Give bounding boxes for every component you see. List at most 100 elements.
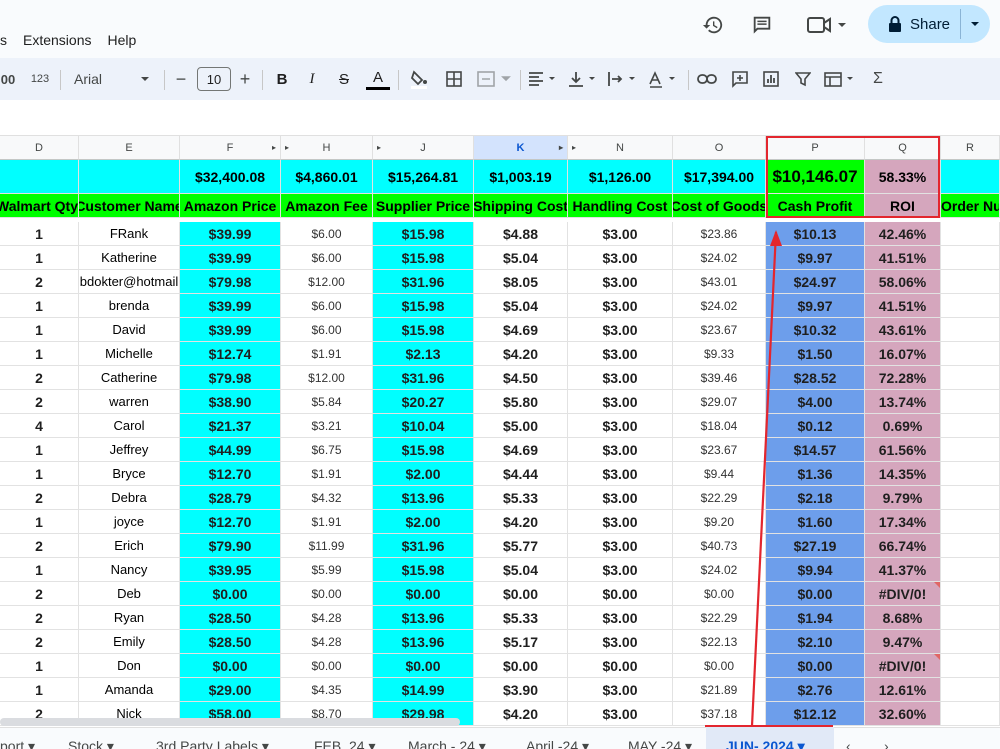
table-cell[interactable]: $6.00	[281, 318, 373, 342]
table-cell[interactable]: 2	[0, 534, 79, 558]
totals-cell-f[interactable]: $32,400.08	[180, 160, 281, 194]
table-cell[interactable]: 61.56%	[865, 438, 941, 462]
table-cell[interactable]: 1	[0, 678, 79, 702]
table-cell[interactable]: $0.00	[766, 654, 865, 678]
table-cell[interactable]: $22.29	[673, 486, 766, 510]
column-header-f[interactable]: F ▸	[180, 136, 281, 160]
table-cell-empty[interactable]	[941, 366, 1000, 390]
table-cell[interactable]: Katherine	[79, 246, 180, 270]
table-cell[interactable]: 2	[0, 390, 79, 414]
table-cell[interactable]: $4.69	[474, 438, 568, 462]
table-cell[interactable]: $10.04	[373, 414, 474, 438]
table-cell[interactable]: 2	[0, 630, 79, 654]
table-cell[interactable]: 41.51%	[865, 246, 941, 270]
table-cell[interactable]: $5.80	[474, 390, 568, 414]
table-cell[interactable]: $5.00	[474, 414, 568, 438]
filter-icon[interactable]	[792, 68, 814, 90]
table-cell[interactable]: $28.50	[180, 630, 281, 654]
header-cell-d[interactable]: Walmart Qty	[0, 194, 79, 218]
table-cell[interactable]: $39.95	[180, 558, 281, 582]
table-cell[interactable]: $21.37	[180, 414, 281, 438]
table-cell[interactable]: $39.99	[180, 246, 281, 270]
table-cell[interactable]: $0.00	[281, 582, 373, 606]
table-cell[interactable]: 1	[0, 510, 79, 534]
table-cell[interactable]: $2.18	[766, 486, 865, 510]
totals-cell-h[interactable]: $4,860.01	[281, 160, 373, 194]
scroll-tabs-right-icon[interactable]: ›	[884, 738, 889, 749]
table-cell[interactable]: Don	[79, 654, 180, 678]
column-header-o[interactable]: O	[673, 136, 766, 160]
table-cell[interactable]: 1	[0, 558, 79, 582]
table-cell[interactable]: $3.00	[568, 390, 673, 414]
table-cell[interactable]: $1.50	[766, 342, 865, 366]
table-cell[interactable]: $1.94	[766, 606, 865, 630]
table-cell[interactable]: $3.00	[568, 246, 673, 270]
insert-link-icon[interactable]	[696, 68, 718, 90]
table-cell[interactable]: $12.70	[180, 510, 281, 534]
bold-icon[interactable]: B	[272, 68, 292, 90]
table-cell[interactable]: $37.18	[673, 702, 766, 726]
table-cell[interactable]: joyce	[79, 510, 180, 534]
table-cell[interactable]: $3.00	[568, 366, 673, 390]
table-cell[interactable]: $4.28	[281, 630, 373, 654]
table-cell[interactable]: 9.79%	[865, 486, 941, 510]
header-cell-n[interactable]: Handling Cost	[568, 194, 673, 218]
totals-cell-e[interactable]	[79, 160, 180, 194]
table-cell[interactable]: #DIV/0!	[865, 654, 941, 678]
table-cell[interactable]: $2.00	[373, 462, 474, 486]
table-cell[interactable]: $39.99	[180, 318, 281, 342]
text-rotation-icon[interactable]	[646, 68, 680, 90]
table-cell[interactable]: $22.29	[673, 606, 766, 630]
table-cell[interactable]: $0.00	[373, 654, 474, 678]
table-cell[interactable]: $15.98	[373, 558, 474, 582]
table-cell[interactable]: 1	[0, 318, 79, 342]
table-cell[interactable]: $3.00	[568, 702, 673, 726]
table-cell[interactable]: $3.00	[568, 414, 673, 438]
decimal-format-button[interactable]: 00	[0, 68, 16, 90]
table-cell[interactable]: warren	[79, 390, 180, 414]
borders-icon[interactable]	[443, 68, 465, 90]
table-cell[interactable]: $12.74	[180, 342, 281, 366]
table-cell[interactable]: $13.96	[373, 486, 474, 510]
table-cell[interactable]: $79.98	[180, 270, 281, 294]
table-cell[interactable]: 16.07%	[865, 342, 941, 366]
table-cell[interactable]: 1	[0, 654, 79, 678]
header-cell-o[interactable]: Cost of Goods	[673, 194, 766, 218]
table-cell[interactable]: 2	[0, 582, 79, 606]
table-cell[interactable]: $0.00	[281, 654, 373, 678]
column-resize-icon[interactable]: ▸	[572, 143, 576, 152]
totals-cell-o[interactable]: $17,394.00	[673, 160, 766, 194]
table-cell[interactable]: $15.98	[373, 438, 474, 462]
table-cell-empty[interactable]	[941, 582, 1000, 606]
table-cell-empty[interactable]	[941, 510, 1000, 534]
vertical-align-icon[interactable]	[566, 68, 600, 90]
table-cell[interactable]: $9.20	[673, 510, 766, 534]
table-cell[interactable]: $8.05	[474, 270, 568, 294]
table-cell[interactable]: $9.94	[766, 558, 865, 582]
table-cell[interactable]: $0.00	[373, 582, 474, 606]
table-cell[interactable]: $4.20	[474, 702, 568, 726]
table-cell-empty[interactable]	[941, 630, 1000, 654]
table-cell[interactable]: $3.00	[568, 486, 673, 510]
sheet-tab-may-24[interactable]: MAY -24 ▾	[628, 738, 692, 749]
table-cell[interactable]: 1	[0, 294, 79, 318]
table-cell[interactable]: $2.13	[373, 342, 474, 366]
table-cell[interactable]: $28.79	[180, 486, 281, 510]
table-cell[interactable]: $24.97	[766, 270, 865, 294]
insert-chart-icon[interactable]	[760, 68, 782, 90]
table-cell[interactable]: 43.61%	[865, 318, 941, 342]
table-cell[interactable]: Carol	[79, 414, 180, 438]
decrease-font-size-button[interactable]: −	[172, 68, 190, 90]
table-cell-empty[interactable]	[941, 294, 1000, 318]
share-button[interactable]: Share	[868, 5, 990, 43]
scroll-tabs-left-icon[interactable]: ‹	[846, 738, 851, 749]
table-cell[interactable]: $31.96	[373, 270, 474, 294]
table-cell-empty[interactable]	[941, 534, 1000, 558]
horizontal-scrollbar[interactable]	[0, 718, 460, 726]
table-cell[interactable]: $24.02	[673, 558, 766, 582]
table-cell[interactable]: 58.06%	[865, 270, 941, 294]
table-cell[interactable]: $14.99	[373, 678, 474, 702]
table-cell[interactable]: 1	[0, 462, 79, 486]
table-cell[interactable]: $5.84	[281, 390, 373, 414]
table-cell[interactable]: $1.60	[766, 510, 865, 534]
